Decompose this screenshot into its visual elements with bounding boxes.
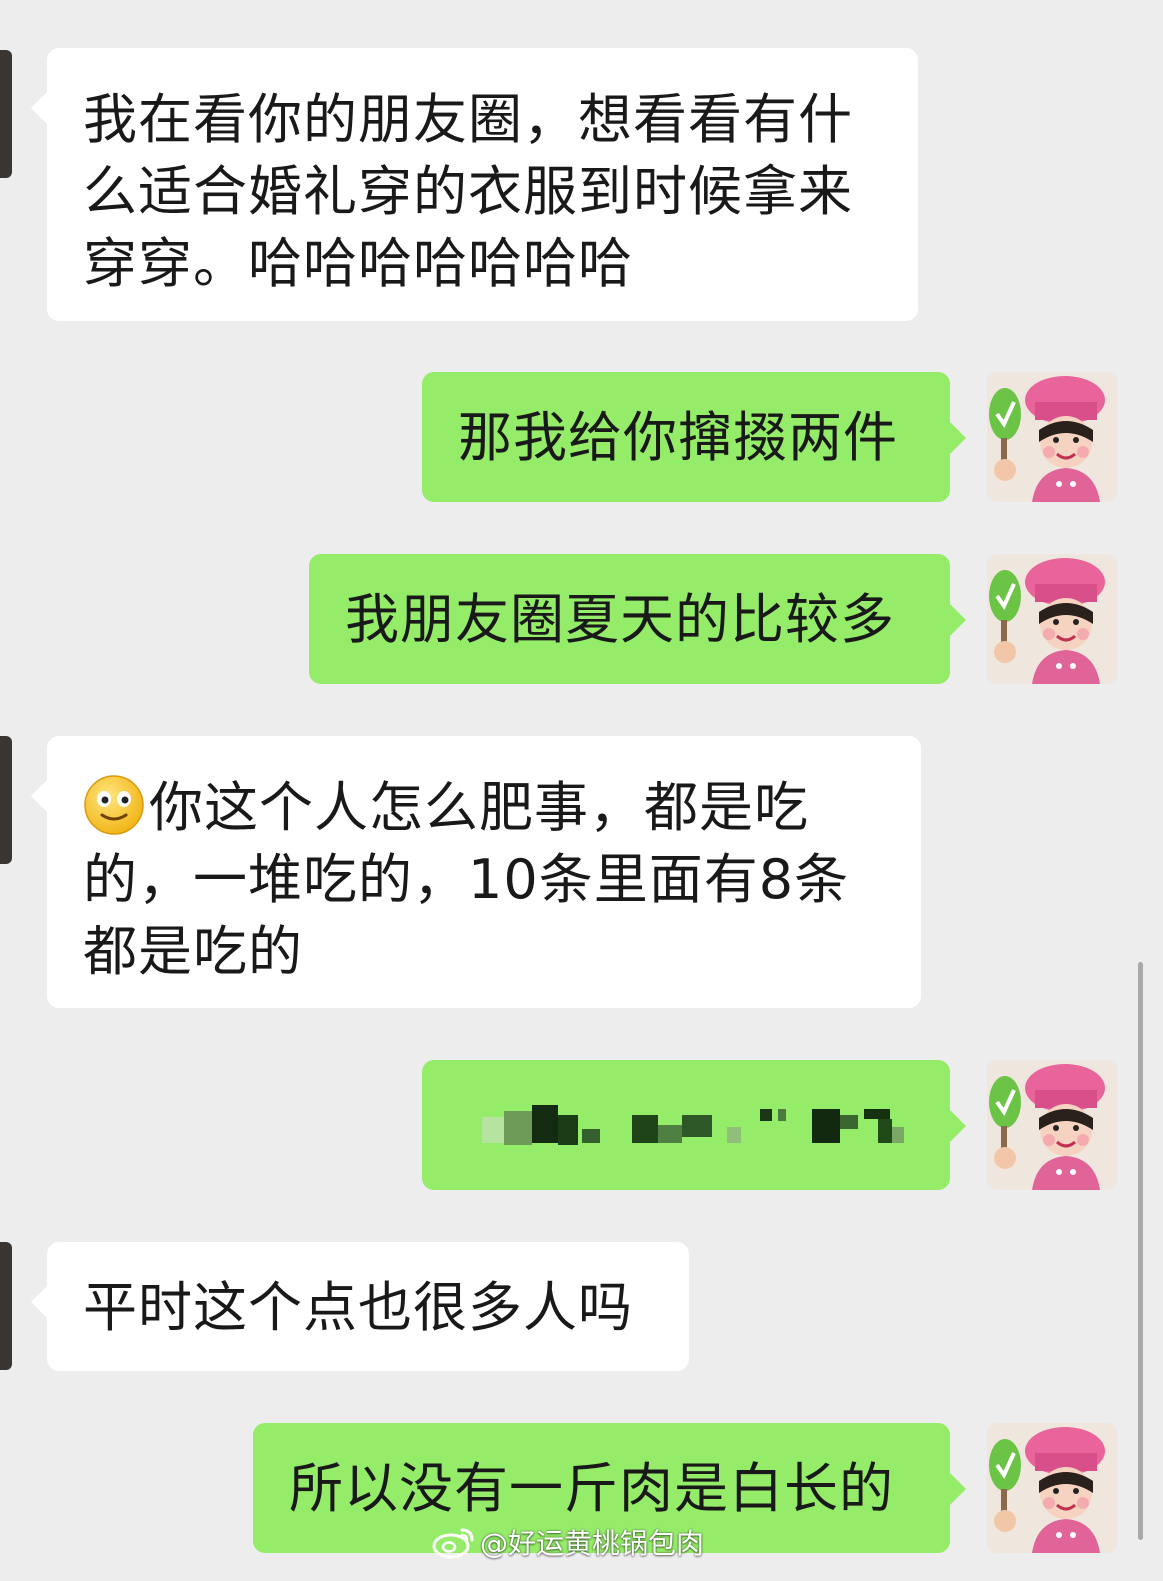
my-avatar[interactable] <box>987 372 1117 502</box>
pixelated-censor-block <box>482 1105 904 1145</box>
message-text: 所以没有一斤肉是白长的 <box>289 1457 894 1520</box>
message-text: 平时这个点也很多人吗 <box>83 1276 633 1339</box>
incoming-message-bubble[interactable]: 平时这个点也很多人吗 <box>31 1242 689 1371</box>
incoming-message-bubble[interactable]: 我在看你的朋友圈，想看看有什么适合婚礼穿的衣服到时候拿来穿穿。哈哈哈哈哈哈哈 <box>31 48 918 321</box>
my-avatar[interactable] <box>987 1423 1117 1553</box>
my-avatar[interactable] <box>987 1060 1117 1190</box>
message-text: 我朋友圈夏天的比较多 <box>345 588 895 651</box>
message-text: 我在看你的朋友圈，想看看有什么适合婚礼穿的衣服到时候拿来穿穿。哈哈哈哈哈哈哈 <box>83 88 853 295</box>
message-text: 那我给你撺掇两件 <box>458 406 898 469</box>
outgoing-message-bubble[interactable]: 我朋友圈夏天的比较多 <box>309 554 966 684</box>
incoming-message-bubble[interactable]: 你这个人怎么肥事，都是吃的，一堆吃的，10条里面有8条都是吃的 <box>31 736 921 1008</box>
weibo-watermark: @好运黄桃锅包肉 <box>432 1522 704 1562</box>
chef-avatar-icon <box>987 1060 1117 1190</box>
message-text: 你这个人怎么肥事，都是吃的，一堆吃的，10条里面有8条都是吃的 <box>83 776 850 983</box>
sender-avatar-edge[interactable] <box>0 1242 12 1370</box>
outgoing-message-bubble[interactable]: 那我给你撺掇两件 <box>422 372 966 502</box>
sender-avatar-edge[interactable] <box>0 736 12 864</box>
slight-smile-emoji-icon <box>84 775 144 835</box>
outgoing-message-bubble-censored[interactable] <box>422 1060 966 1190</box>
chat-message-list[interactable]: 我在看你的朋友圈，想看看有什么适合婚礼穿的衣服到时候拿来穿穿。哈哈哈哈哈哈哈 那… <box>0 0 1163 1581</box>
chat-scrollbar[interactable] <box>1138 962 1143 1540</box>
sender-avatar-edge[interactable] <box>0 50 12 178</box>
chef-avatar-icon <box>987 1423 1117 1553</box>
chef-avatar-icon <box>987 372 1117 502</box>
my-avatar[interactable] <box>987 554 1117 684</box>
weibo-icon <box>432 1528 474 1559</box>
watermark-text: @好运黄桃锅包肉 <box>480 1527 705 1560</box>
chef-avatar-icon <box>987 554 1117 684</box>
